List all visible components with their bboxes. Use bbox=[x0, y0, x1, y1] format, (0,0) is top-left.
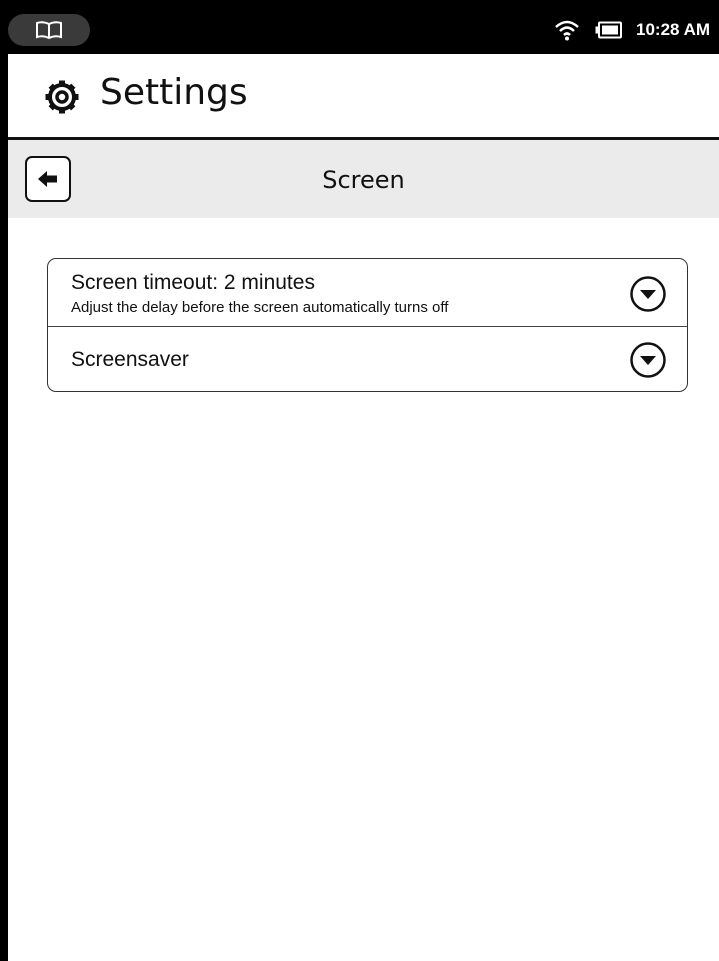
status-bar: 10:28 AM bbox=[8, 8, 719, 54]
device-frame: 10:28 AM Settings Screen Screen timeout:… bbox=[0, 0, 719, 961]
section-title: Screen bbox=[322, 166, 405, 194]
screen-timeout-setting[interactable]: Screen timeout: 2 minutes Adjust the del… bbox=[48, 259, 687, 327]
page-title: Settings bbox=[100, 72, 248, 113]
setting-title: Screensaver bbox=[71, 348, 189, 371]
chevron-down-circle-icon[interactable] bbox=[629, 341, 667, 379]
arrow-left-icon bbox=[38, 171, 57, 187]
setting-description: Adjust the delay before the screen autom… bbox=[71, 299, 449, 316]
setting-title: Screen timeout: 2 minutes bbox=[71, 271, 315, 294]
page-header: Settings bbox=[8, 54, 719, 138]
book-icon bbox=[36, 21, 62, 40]
settings-list: Screen timeout: 2 minutes Adjust the del… bbox=[47, 258, 688, 392]
battery-icon bbox=[595, 21, 622, 39]
library-button[interactable] bbox=[8, 14, 90, 46]
wifi-icon bbox=[555, 20, 579, 41]
status-time: 10:28 AM bbox=[636, 20, 711, 39]
section-bar: Screen bbox=[8, 140, 719, 218]
screensaver-setting[interactable]: Screensaver bbox=[48, 327, 687, 391]
chevron-down-circle-icon[interactable] bbox=[629, 275, 667, 313]
gear-icon bbox=[45, 80, 79, 114]
back-button[interactable] bbox=[25, 156, 71, 202]
screen: 10:28 AM Settings Screen Screen timeout:… bbox=[8, 8, 719, 961]
